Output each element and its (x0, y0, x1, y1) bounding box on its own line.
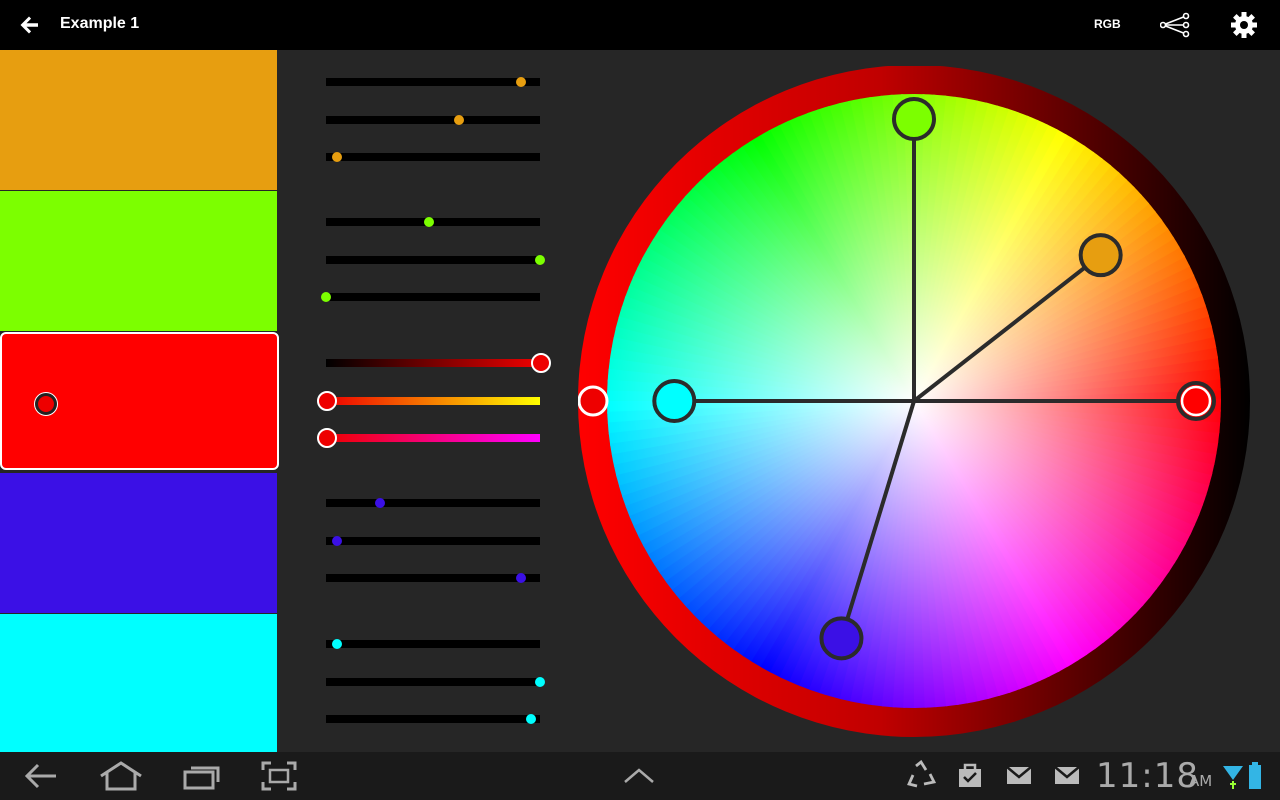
gmail-icon[interactable] (1004, 760, 1034, 790)
slider-thumb[interactable] (453, 114, 464, 125)
slider-thumb[interactable] (321, 292, 331, 302)
color-swatch[interactable] (0, 332, 279, 470)
slider-thumb[interactable] (535, 254, 545, 265)
slider-thumb[interactable] (423, 217, 434, 227)
color-swatch[interactable] (0, 473, 277, 613)
slider-thumb[interactable] (331, 535, 342, 546)
nav-recent-apps-icon[interactable] (182, 760, 222, 792)
nav-back-icon[interactable] (22, 760, 60, 792)
status-clock[interactable]: 11:18 (1096, 756, 1199, 796)
wheel-handle-green[interactable] (892, 97, 936, 141)
channel-slider[interactable] (326, 353, 551, 373)
email-icon[interactable] (1052, 760, 1082, 790)
channel-slider[interactable] (326, 217, 540, 227)
status-ampm: AM (1189, 772, 1213, 790)
share-icon[interactable] (1160, 12, 1190, 38)
wheel-handle-red[interactable] (1176, 381, 1216, 421)
slider-thumb[interactable] (374, 498, 385, 508)
channel-slider[interactable] (326, 77, 540, 87)
channel-slider[interactable] (326, 114, 540, 125)
wheel-handle-blue[interactable] (819, 616, 864, 661)
channel-slider[interactable] (317, 390, 540, 411)
slider-thumb[interactable] (531, 353, 551, 373)
color-swatch[interactable] (0, 50, 277, 190)
nav-home-icon[interactable] (98, 760, 144, 792)
selected-swatch-marker (35, 393, 57, 415)
settings-gear-icon[interactable] (1230, 11, 1258, 39)
shopping-bag-icon[interactable] (956, 760, 984, 790)
slider-thumb[interactable] (515, 573, 526, 583)
nav-menu-up-chevron-icon[interactable] (622, 766, 656, 786)
channel-slider-panel (300, 50, 580, 752)
slider-thumb[interactable] (317, 428, 337, 448)
channel-slider[interactable] (326, 714, 540, 724)
channel-slider[interactable] (317, 428, 540, 448)
brightness-handle[interactable] (577, 385, 609, 417)
color-swatch[interactable] (0, 191, 277, 331)
battery-icon (1249, 762, 1261, 789)
rgb-mode-button[interactable]: RGB (1094, 17, 1121, 31)
slider-thumb[interactable] (317, 390, 337, 411)
wheel-handle-orange[interactable] (1078, 233, 1123, 278)
channel-slider[interactable] (326, 152, 540, 162)
channel-slider[interactable] (326, 498, 540, 508)
action-bar: Example 1 RGB (0, 0, 1280, 50)
color-wheel[interactable] (577, 65, 1250, 743)
color-swatch[interactable] (0, 614, 277, 754)
nav-screenshot-icon[interactable] (260, 760, 298, 792)
recycle-icon[interactable] (906, 760, 936, 790)
channel-slider[interactable] (326, 254, 545, 265)
page-title: Example 1 (60, 15, 140, 32)
slider-thumb[interactable] (331, 639, 342, 649)
channel-slider[interactable] (326, 639, 540, 649)
slider-thumb[interactable] (535, 676, 545, 687)
system-navigation-bar: 11:18 AM (0, 752, 1280, 800)
wheel-handle-cyan[interactable] (652, 379, 697, 423)
wifi-signal-icon (1223, 766, 1243, 789)
channel-slider[interactable] (326, 573, 540, 583)
color-wheel-canvas[interactable] (577, 65, 1250, 738)
slider-thumb[interactable] (515, 77, 526, 87)
channel-slider[interactable] (321, 292, 540, 302)
color-swatch-list (0, 50, 279, 754)
slider-thumb[interactable] (331, 152, 342, 162)
slider-thumb[interactable] (526, 714, 537, 724)
back-arrow-icon[interactable] (18, 13, 42, 37)
channel-slider[interactable] (326, 535, 540, 546)
channel-slider[interactable] (326, 676, 545, 687)
